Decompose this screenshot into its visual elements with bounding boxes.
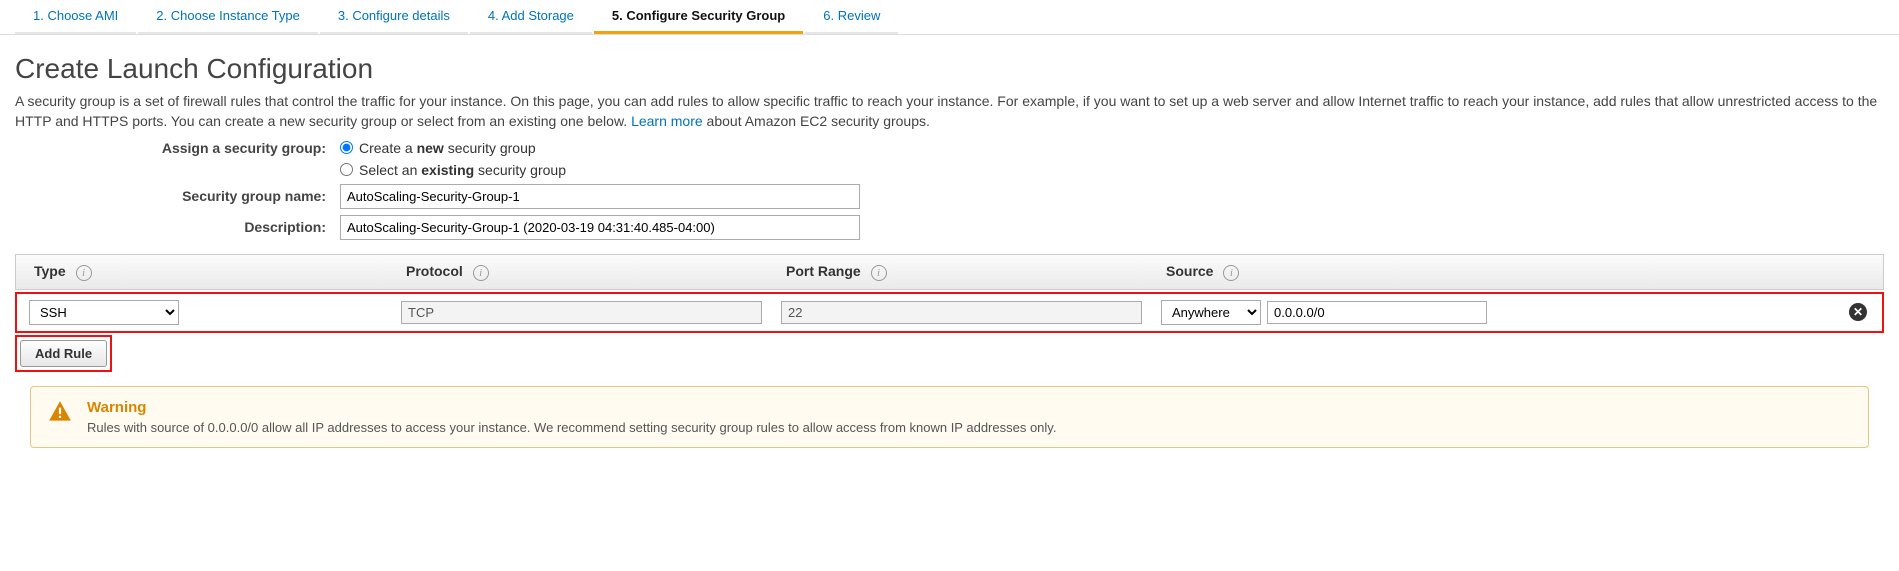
warning-icon bbox=[47, 399, 73, 435]
warning-text: Rules with source of 0.0.0.0/0 allow all… bbox=[87, 420, 1056, 435]
add-rule-button[interactable]: Add Rule bbox=[20, 340, 107, 367]
delete-rule-icon[interactable]: ✕ bbox=[1849, 303, 1867, 321]
description-text: A security group is a set of firewall ru… bbox=[15, 93, 1877, 129]
rule-source-cidr-input[interactable] bbox=[1267, 301, 1487, 324]
table-row: SSH Anywhere bbox=[19, 296, 1880, 329]
security-group-name-input[interactable] bbox=[340, 184, 860, 209]
column-source: Source bbox=[1166, 263, 1213, 279]
info-icon[interactable]: i bbox=[871, 265, 887, 281]
page-title: Create Launch Configuration bbox=[15, 53, 1884, 85]
warning-title: Warning bbox=[87, 399, 1056, 416]
description-row: Description: bbox=[15, 215, 1884, 240]
tab-choose-instance-type[interactable]: 2. Choose Instance Type bbox=[138, 0, 318, 34]
column-protocol: Protocol bbox=[406, 263, 463, 279]
assign-security-group-label: Assign a security group: bbox=[15, 140, 340, 156]
rule-protocol-input bbox=[401, 301, 762, 324]
description-label: Description: bbox=[15, 219, 340, 235]
rules-table: Type i Protocol i Port Range i Source i bbox=[15, 254, 1884, 372]
radio-create-new[interactable] bbox=[340, 141, 353, 154]
tab-choose-ami[interactable]: 1. Choose AMI bbox=[15, 0, 136, 34]
highlighted-rule-row: SSH Anywhere bbox=[15, 292, 1884, 333]
rule-source-mode-select[interactable]: Anywhere bbox=[1161, 300, 1261, 325]
rule-port-range-input bbox=[781, 301, 1142, 324]
radio-create-new-label: Create a new security group bbox=[359, 140, 536, 156]
column-port-range: Port Range bbox=[786, 263, 861, 279]
security-group-name-label: Security group name: bbox=[15, 188, 340, 204]
tab-configure-security-group[interactable]: 5. Configure Security Group bbox=[594, 0, 803, 34]
tab-add-storage[interactable]: 4. Add Storage bbox=[470, 0, 592, 34]
description-input[interactable] bbox=[340, 215, 860, 240]
info-icon[interactable]: i bbox=[473, 265, 489, 281]
select-existing-row: Select an existing security group bbox=[15, 162, 1884, 178]
page-description: A security group is a set of firewall ru… bbox=[15, 91, 1884, 132]
radio-select-existing-label: Select an existing security group bbox=[359, 162, 566, 178]
learn-more-link[interactable]: Learn more bbox=[631, 113, 703, 129]
info-icon[interactable]: i bbox=[76, 265, 92, 281]
assign-security-group-row: Assign a security group: Create a new se… bbox=[15, 140, 1884, 156]
tab-review[interactable]: 6. Review bbox=[805, 0, 898, 34]
tab-configure-details[interactable]: 3. Configure details bbox=[320, 0, 468, 34]
info-icon[interactable]: i bbox=[1223, 265, 1239, 281]
radio-select-existing[interactable] bbox=[340, 163, 353, 176]
add-rule-highlight: Add Rule bbox=[15, 335, 112, 372]
warning-box: Warning Rules with source of 0.0.0.0/0 a… bbox=[30, 386, 1869, 448]
description-text-post: about Amazon EC2 security groups. bbox=[707, 113, 930, 129]
rules-table-header: Type i Protocol i Port Range i Source i bbox=[15, 254, 1884, 290]
column-type: Type bbox=[34, 263, 66, 279]
rule-type-select[interactable]: SSH bbox=[29, 300, 179, 325]
wizard-tabs: 1. Choose AMI 2. Choose Instance Type 3.… bbox=[0, 0, 1899, 35]
security-group-name-row: Security group name: bbox=[15, 184, 1884, 209]
